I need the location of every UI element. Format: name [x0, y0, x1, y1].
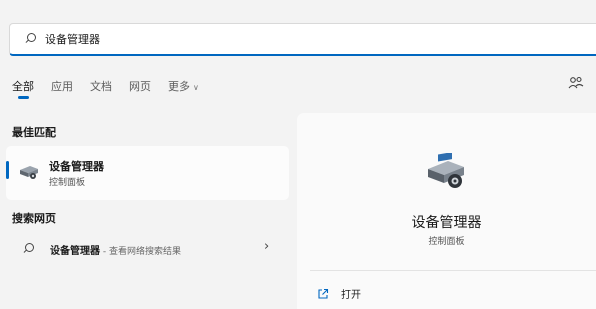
chevron-right-icon[interactable]: › [264, 239, 269, 254]
tab-more[interactable]: 更多 ∨ [168, 78, 199, 94]
detail-title: 设备管理器 [411, 215, 482, 231]
device-manager-icon [20, 166, 38, 179]
open-external-icon [318, 288, 329, 299]
device-manager-icon [428, 153, 464, 188]
search-icon [25, 33, 37, 45]
search-input[interactable] [45, 32, 445, 46]
detail-subtitle: 控制面板 [428, 237, 465, 247]
tab-apps[interactable]: 应用 [51, 78, 73, 94]
tab-web[interactable]: 网页 [129, 78, 151, 94]
web-result-subtitle: - 查看网络搜索结果 [100, 247, 181, 257]
tab-all[interactable]: 全部 [12, 78, 34, 99]
open-label: 打开 [341, 290, 361, 301]
search-icon [23, 243, 35, 255]
detail-panel: 设备管理器 控制面板 打开 [297, 113, 596, 309]
best-match-item[interactable]: 设备管理器 控制面板 [6, 146, 289, 200]
chevron-down-icon: ∨ [193, 83, 199, 92]
best-match-subtitle: 控制面板 [49, 178, 86, 188]
best-match-title: 设备管理器 [49, 160, 104, 173]
selection-indicator [6, 161, 9, 179]
web-search-heading: 搜索网页 [12, 212, 56, 225]
search-bar[interactable] [9, 23, 596, 56]
share-icon[interactable] [568, 75, 584, 91]
web-result-title: 设备管理器 [50, 246, 100, 257]
tab-documents[interactable]: 文档 [90, 78, 112, 94]
tab-more-label: 更多 [168, 80, 190, 93]
best-match-heading: 最佳匹配 [12, 126, 56, 139]
open-action[interactable]: 打开 [317, 286, 361, 301]
web-search-result[interactable]: 设备管理器 - 查看网络搜索结果 › [6, 236, 289, 262]
filter-tabs: 全部 应用 文档 网页 更多 ∨ [12, 78, 216, 99]
divider [310, 270, 596, 271]
